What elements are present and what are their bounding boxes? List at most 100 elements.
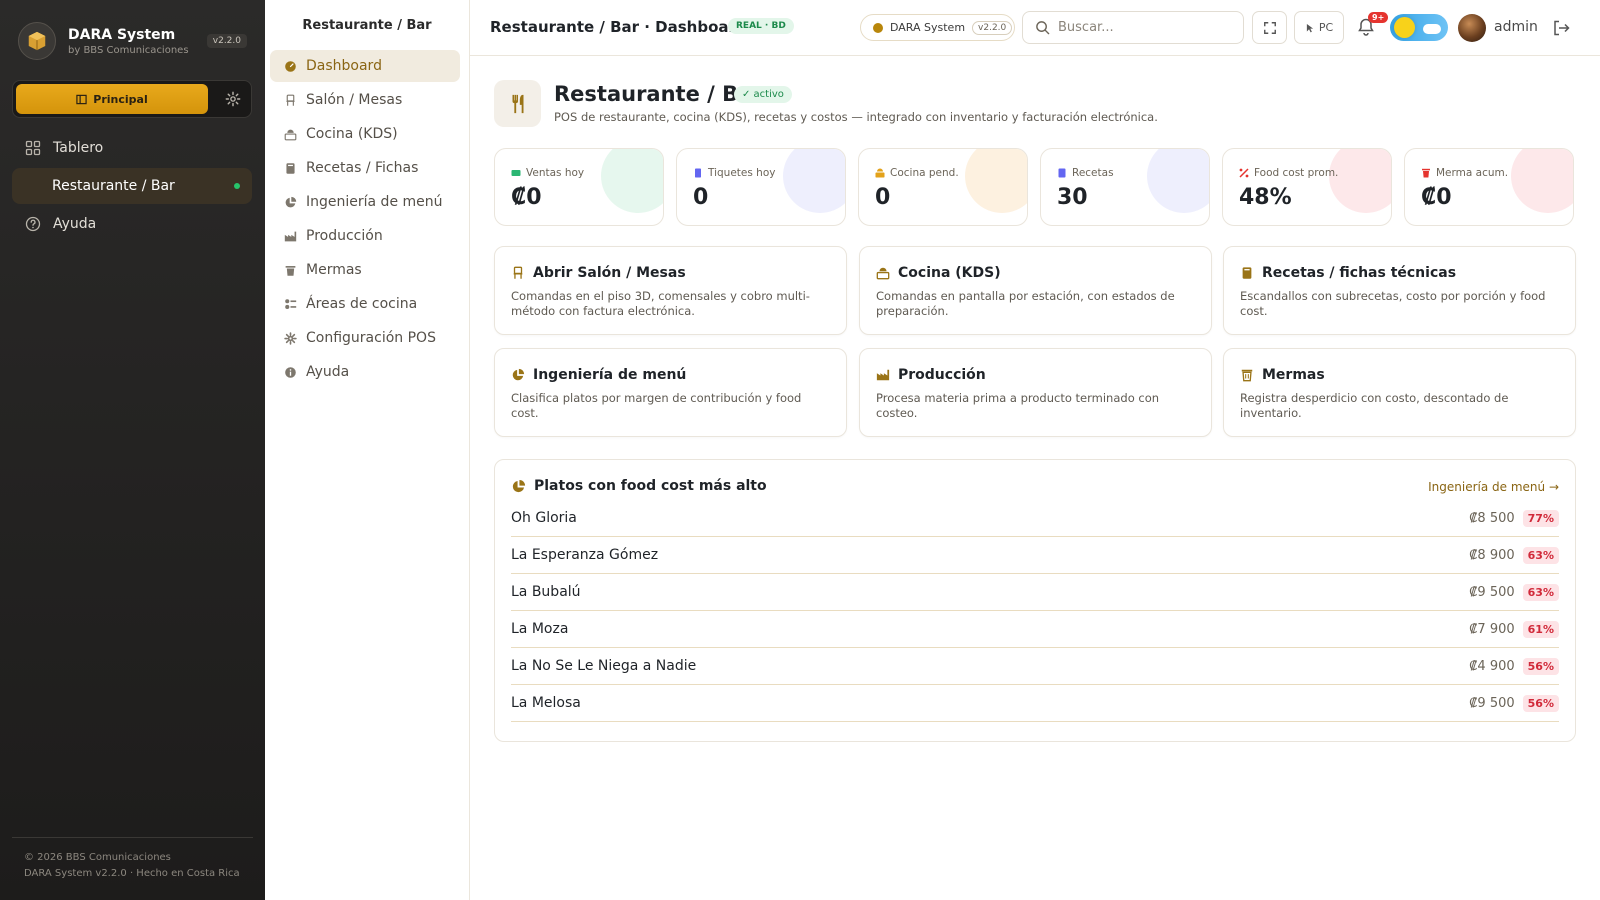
action-card-mermas[interactable]: Mermas Registra desperdicio con costo, d… <box>1223 348 1576 437</box>
food-cost-card: Platos con food cost más alto Ingeniería… <box>494 459 1576 742</box>
dish-price: ₡8 500 <box>1469 510 1515 526</box>
menu-engineering-link[interactable]: Ingeniería de menú → <box>1428 480 1559 494</box>
sidebar-item-tablero[interactable]: Tablero <box>12 130 252 166</box>
gear-icon[interactable] <box>225 91 241 107</box>
main-content: Restaurante / Bar ✓ activo POS de restau… <box>470 56 1600 900</box>
mode-label: Principal <box>93 92 148 106</box>
module-nav-ingenieria-menu[interactable]: Ingeniería de menú <box>270 186 460 218</box>
footer-version: DARA System v2.2.0 · Hecho en Costa Rica <box>24 868 240 879</box>
box-logo-icon <box>18 22 56 60</box>
list-item[interactable]: La Esperanza Gómez ₡8 900 63% <box>511 537 1559 574</box>
kpi-value: ₡0 <box>1421 185 1452 210</box>
food-cost-title: Platos con food cost más alto <box>534 478 767 494</box>
action-description: Procesa materia prima a producto termina… <box>876 391 1160 420</box>
module-nav-areas-cocina[interactable]: Áreas de cocina <box>270 288 460 320</box>
brand: DARA System by BBS Comunicaciones v2.2.0 <box>18 22 247 64</box>
system-chip[interactable]: DARA System v2.2.0 <box>860 14 1015 41</box>
theme-toggle[interactable] <box>1390 14 1448 41</box>
chair-icon <box>513 266 523 279</box>
kpi-label: Tiquetes hoy <box>708 167 776 179</box>
page-description: POS de restaurante, cocina (KDS), receta… <box>554 110 1158 124</box>
list-item[interactable]: La Moza ₡7 900 61% <box>511 611 1559 648</box>
food-cost-badge: 63% <box>1522 546 1559 564</box>
food-cost-badge: 77% <box>1522 509 1559 527</box>
brand-name: DARA System <box>68 27 176 43</box>
dish-name: La Esperanza Gómez <box>511 547 659 563</box>
sidebar-item-restaurante-bar[interactable]: Restaurante / Bar <box>12 168 252 204</box>
dashboard-icon <box>285 60 296 72</box>
list-item[interactable]: Oh Gloria ₡8 500 77% <box>511 500 1559 537</box>
factory-icon <box>876 369 890 381</box>
list-item[interactable]: La Melosa ₡9 500 56% <box>511 685 1559 722</box>
kpi-card-cocina-pend: Cocina pend. 0 <box>858 148 1028 226</box>
action-card-ingenieria-menu[interactable]: Ingeniería de menú Clasifica platos por … <box>494 348 847 437</box>
main-sidebar: DARA System by BBS Comunicaciones v2.2.0… <box>0 0 265 900</box>
data-source-badge: REAL · BD <box>728 18 794 34</box>
module-nav-label: Áreas de cocina <box>306 296 418 312</box>
user-name[interactable]: admin <box>1494 19 1538 35</box>
action-card-produccion[interactable]: Producción Procesa materia prima a produ… <box>859 348 1212 437</box>
chair-icon <box>286 94 295 106</box>
kpi-value: 0 <box>875 185 891 210</box>
action-description: Comandas en el piso 3D, comensales y cob… <box>511 289 810 318</box>
areas-icon <box>285 298 297 309</box>
dish-price: ₡9 500 <box>1469 695 1515 711</box>
module-nav-dashboard[interactable]: Dashboard <box>270 50 460 82</box>
logout-icon[interactable] <box>1552 19 1570 37</box>
dish-price: ₡4 900 <box>1469 658 1515 674</box>
kpi-card-tiquetes-hoy: Tiquetes hoy 0 <box>676 148 846 226</box>
action-card-salon-mesas[interactable]: Abrir Salón / Mesas Comandas en el piso … <box>494 246 847 335</box>
grid-icon <box>25 140 41 156</box>
status-badge: ✓ activo <box>734 86 792 103</box>
action-description: Registra desperdicio con costo, desconta… <box>1240 391 1509 420</box>
kpi-value: 0 <box>693 185 709 210</box>
kpi-label: Ventas hoy <box>526 167 585 179</box>
module-nav-label: Ayuda <box>306 364 350 380</box>
action-description: Comandas en pantalla por estación, con e… <box>876 289 1175 318</box>
kitchen-icon <box>876 267 890 280</box>
pie-icon <box>512 368 525 381</box>
list-item[interactable]: La Bubalú ₡9 500 63% <box>511 574 1559 611</box>
dish-price: ₡7 900 <box>1469 621 1515 637</box>
divider <box>12 837 253 838</box>
factory-icon <box>284 231 297 241</box>
module-nav-label: Salón / Mesas <box>306 92 403 108</box>
action-title: Producción <box>898 367 986 383</box>
help-icon <box>25 216 41 232</box>
food-cost-list: Oh Gloria ₡8 500 77% La Esperanza Gómez ₡… <box>511 500 1559 722</box>
search-box <box>1022 11 1244 44</box>
kpi-label: Recetas <box>1072 167 1114 179</box>
principal-mode-button[interactable]: Principal <box>16 84 208 114</box>
fullscreen-button[interactable] <box>1252 11 1287 44</box>
trash-icon <box>285 265 296 276</box>
dish-name: La No Se Le Niega a Nadie <box>511 658 697 674</box>
book-icon <box>1058 168 1066 178</box>
module-nav-produccion[interactable]: Producción <box>270 220 460 252</box>
module-nav-configuracion-pos[interactable]: Configuración POS <box>270 322 460 354</box>
module-nav-salon-mesas[interactable]: Salón / Mesas <box>270 84 460 116</box>
module-nav-mermas[interactable]: Mermas <box>270 254 460 286</box>
decorative-blob <box>1511 149 1573 213</box>
action-title: Mermas <box>1262 367 1325 383</box>
list-item[interactable]: La No Se Le Niega a Nadie ₡4 900 56% <box>511 648 1559 685</box>
module-nav-title: Restaurante / Bar <box>302 18 432 33</box>
module-nav-recetas-fichas[interactable]: Recetas / Fichas <box>270 152 460 184</box>
module-nav-cocina-kds[interactable]: Cocina (KDS) <box>270 118 460 150</box>
pc-mode-label: PC <box>1318 21 1334 34</box>
dish-name: La Melosa <box>511 695 581 711</box>
dish-name: La Moza <box>511 621 569 637</box>
kitchen-icon <box>284 129 297 140</box>
trash-icon <box>1422 168 1430 178</box>
kpi-label: Merma acum. <box>1436 167 1509 179</box>
kpi-label: Cocina pend. <box>890 167 959 179</box>
action-card-recetas[interactable]: Recetas / fichas técnicas Escandallos co… <box>1223 246 1576 335</box>
sidebar-item-ayuda[interactable]: Ayuda <box>12 206 252 242</box>
module-nav-ayuda[interactable]: Ayuda <box>270 356 460 388</box>
search-input[interactable] <box>1058 20 1228 35</box>
pc-mode-button[interactable]: PC <box>1294 11 1344 44</box>
dish-price: ₡9 500 <box>1469 584 1515 600</box>
action-card-cocina-kds[interactable]: Cocina (KDS) Comandas en pantalla por es… <box>859 246 1212 335</box>
avatar[interactable] <box>1458 14 1486 42</box>
decorative-blob <box>601 149 663 213</box>
fullscreen-icon <box>1263 21 1276 34</box>
